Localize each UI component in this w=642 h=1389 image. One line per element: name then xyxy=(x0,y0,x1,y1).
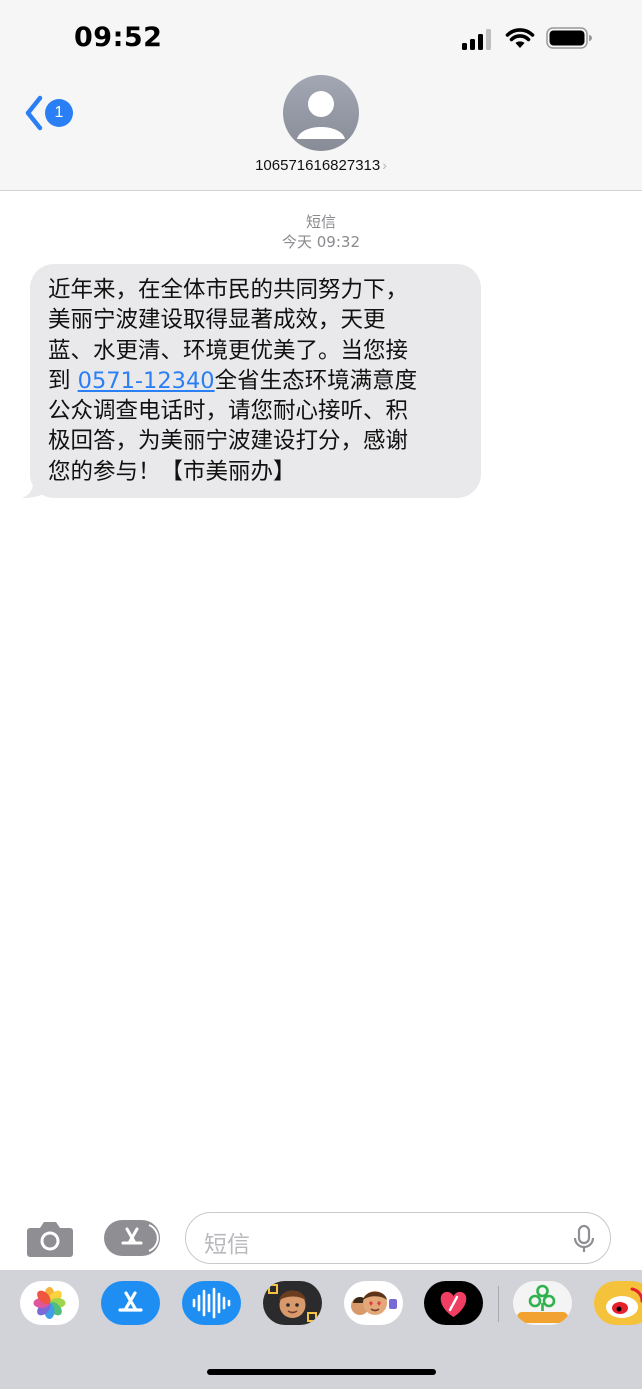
home-indicator[interactable] xyxy=(207,1369,436,1375)
audio-message-button[interactable] xyxy=(182,1281,241,1325)
microphone-icon[interactable] xyxy=(572,1224,596,1254)
app-store-app-icon xyxy=(118,1291,143,1312)
message-line: 到 0571-12340全省生态环境满意度 xyxy=(48,366,465,396)
contact-avatar[interactable] xyxy=(283,75,359,151)
message-line: 极回答，为美丽宁波建设打分，感谢 xyxy=(48,428,409,455)
memoji-icon xyxy=(268,1284,317,1322)
message-text: 到 xyxy=(48,367,78,394)
chevron-right-icon: › xyxy=(382,157,387,173)
message-input-placeholder: 短信 xyxy=(204,1232,250,1258)
message-line: 蓝、水更清、环境更优美了。当您接 xyxy=(48,337,409,364)
weibo-app-button[interactable] xyxy=(594,1281,642,1325)
memoji-stickers-icon xyxy=(351,1291,397,1315)
status-time: 09:52 xyxy=(74,22,163,53)
digital-touch-button[interactable] xyxy=(424,1281,483,1325)
chevron-left-icon xyxy=(25,95,43,131)
message-line: 近年来，在全体市民的共同努力下， xyxy=(48,277,409,303)
memoji-button[interactable] xyxy=(263,1281,322,1325)
photos-app-button[interactable] xyxy=(20,1281,79,1325)
message-timestamp: 今天 09:32 xyxy=(282,233,360,251)
weibo-app-icon xyxy=(606,1287,642,1318)
sina-news-app-button[interactable] xyxy=(513,1281,572,1325)
message-text: 全省生态环境满意度 xyxy=(214,367,418,394)
app-drawer-divider xyxy=(498,1286,499,1322)
memoji-stickers-button[interactable] xyxy=(344,1281,403,1325)
battery-icon xyxy=(546,27,592,49)
contact-name-button[interactable]: 106571616827313 › xyxy=(0,157,642,174)
message-bubble[interactable]: 近年来，在全体市民的共同努力下， 美丽宁波建设取得显著成效，天更 蓝、水更清、环… xyxy=(30,264,481,498)
phone-number-link[interactable]: 0571-12340 xyxy=(78,368,215,394)
app-store-app-button[interactable] xyxy=(101,1281,160,1325)
service-label: 短信 xyxy=(305,213,336,231)
app-store-button[interactable] xyxy=(104,1220,160,1256)
cellular-signal-icon xyxy=(462,29,491,50)
sina-news-app-icon xyxy=(517,1284,568,1323)
person-icon xyxy=(297,91,345,139)
message-line: 公众调查电话时，请您耐心接听、积 xyxy=(48,398,409,425)
audio-message-icon xyxy=(192,1287,231,1319)
wifi-icon xyxy=(505,28,535,48)
contact-number: 106571616827313 xyxy=(255,157,381,174)
digital-touch-icon xyxy=(440,1291,467,1317)
app-store-icon xyxy=(121,1224,159,1252)
message-line: 您的参与！【市美丽办】 xyxy=(48,458,296,485)
unread-badge[interactable]: 1 xyxy=(45,99,73,127)
photos-app-icon xyxy=(33,1287,66,1319)
message-line: 美丽宁波建设取得显著成效，天更 xyxy=(48,307,386,334)
camera-icon[interactable] xyxy=(26,1218,74,1258)
